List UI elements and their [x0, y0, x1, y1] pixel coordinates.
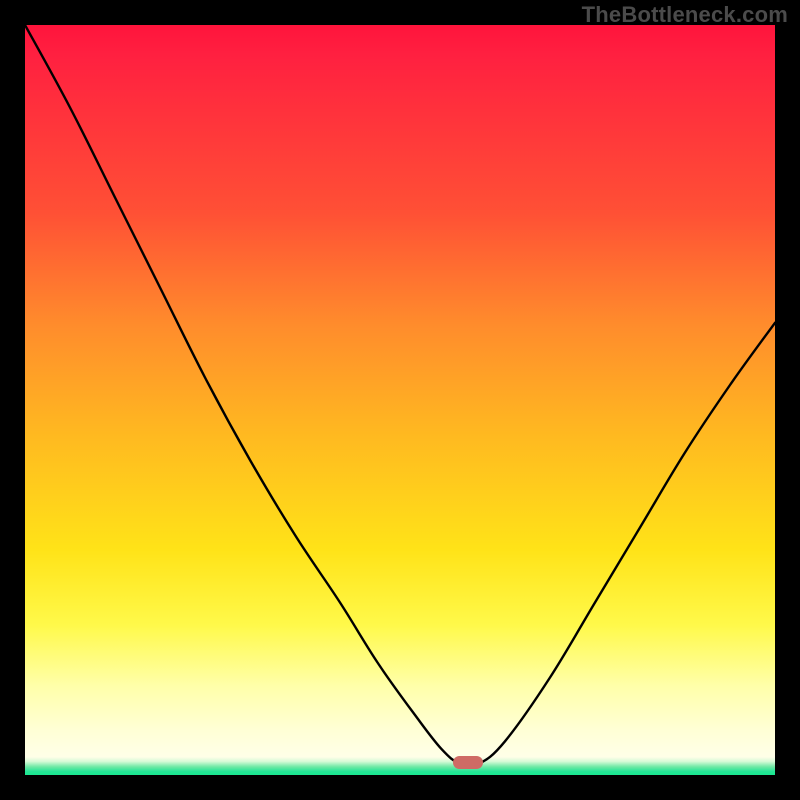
- bottleneck-curve: [25, 25, 775, 775]
- watermark-text: TheBottleneck.com: [582, 2, 788, 28]
- plot-area: [25, 25, 775, 775]
- optimal-marker: [453, 756, 483, 769]
- chart-frame: TheBottleneck.com: [0, 0, 800, 800]
